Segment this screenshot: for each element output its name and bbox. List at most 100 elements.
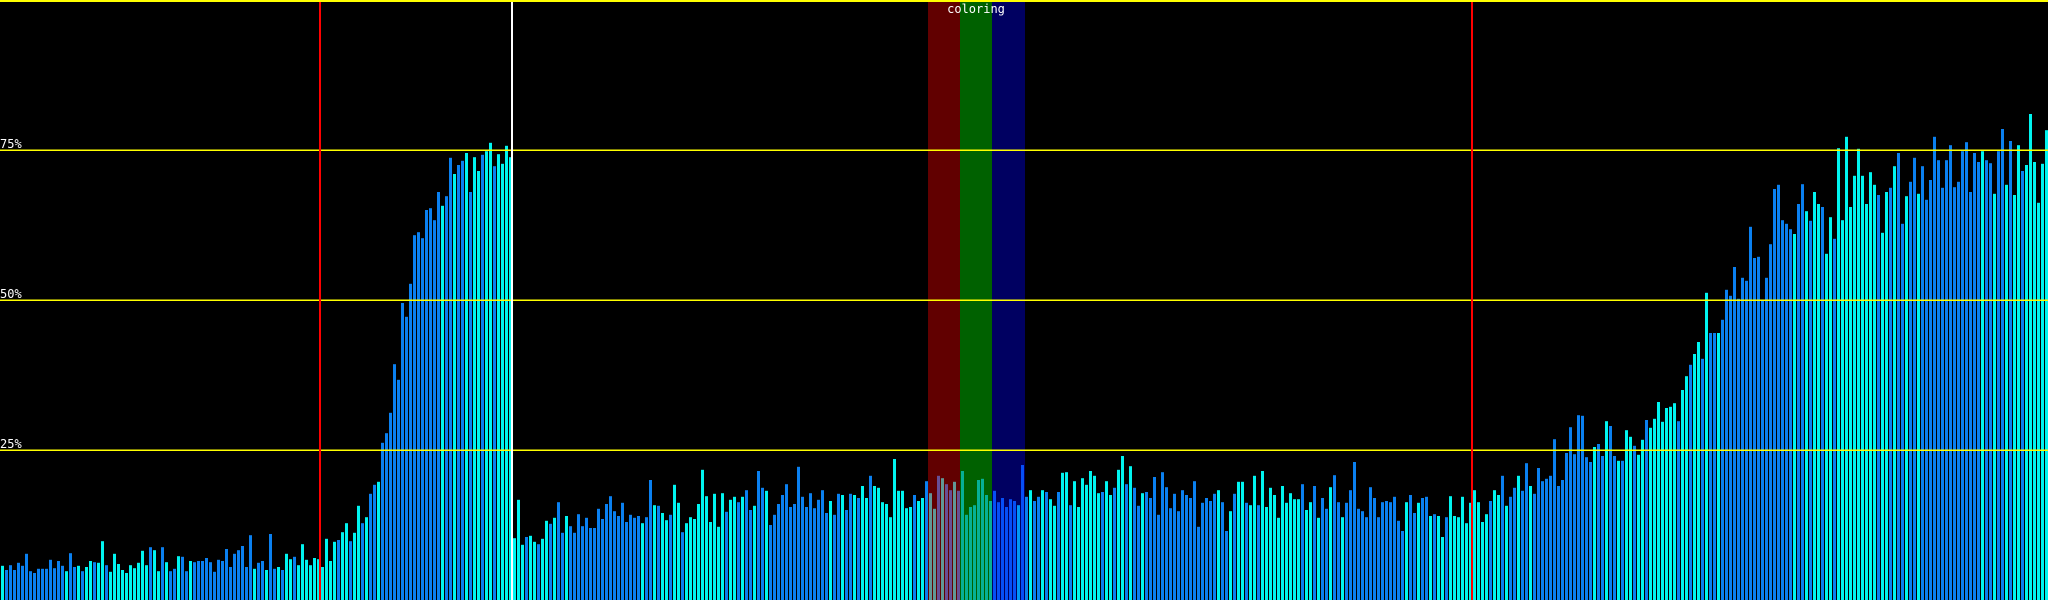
bar [805,507,808,600]
bar [49,559,52,600]
bar [1977,162,1980,600]
bar [857,498,860,600]
bar [385,433,388,600]
bar [1521,490,1524,600]
bar [821,490,824,600]
bar [1709,333,1712,600]
bar [513,538,516,600]
bar [361,523,364,600]
bar [1329,487,1332,600]
bar [1105,481,1108,600]
bar [81,571,84,600]
bar [1281,486,1284,600]
bar [1129,466,1132,600]
bar [517,499,520,600]
bar [1805,211,1808,600]
bar [1617,460,1620,600]
bar [921,498,924,600]
bar [1141,493,1144,600]
bar [1181,490,1184,600]
bar [2017,145,2020,600]
bar [337,540,340,600]
bar [785,484,788,600]
bar [1177,511,1180,600]
bar [1245,502,1248,600]
bar [1837,148,1840,600]
bar [277,567,280,600]
bar [1293,499,1296,600]
bar [149,547,152,600]
bar [1537,468,1540,600]
bar [1465,523,1468,600]
bar [1173,493,1176,600]
bar [1981,151,1984,600]
bar [1041,490,1044,600]
bar [1833,238,1836,600]
bar [425,210,428,600]
bar [553,517,556,600]
bar [1365,517,1368,600]
bar [1,565,4,600]
bar [1149,498,1152,600]
bar [125,573,128,600]
bar [1565,453,1568,600]
bar [1229,511,1232,600]
bar [1789,229,1792,600]
bar [1029,490,1032,600]
bar [233,553,236,600]
bar [1373,498,1376,600]
bar [1645,420,1648,600]
bar [1189,498,1192,600]
bar [597,508,600,600]
bar [153,550,156,600]
bar [1277,517,1280,600]
bar [137,562,140,600]
bar [1813,192,1816,600]
bar [101,541,104,600]
bar [1377,517,1380,600]
bar [589,528,592,600]
bar [401,303,404,600]
bar [109,571,112,600]
bar [877,487,880,600]
bar [493,166,496,600]
bar [733,496,736,600]
bar [1893,166,1896,600]
bar [557,502,560,600]
bar [1409,495,1412,600]
bar [1065,472,1068,600]
bar [97,562,100,600]
bar [241,546,244,600]
bar [901,490,904,600]
bar [645,517,648,600]
bar [801,496,804,600]
bar [1869,172,1872,600]
bar [657,505,660,600]
bar [1545,478,1548,600]
bar [1749,226,1752,600]
bar [565,516,568,600]
bar [2033,162,2036,600]
bar [1677,421,1680,600]
bar [625,522,628,600]
bar [357,505,360,600]
bar [133,568,136,600]
bar [841,495,844,600]
bar [629,514,632,600]
bar [1073,481,1076,600]
bar [1669,406,1672,600]
bar [1233,493,1236,600]
bar [1213,493,1216,600]
bar [1057,492,1060,600]
bar [1121,456,1124,600]
bar [1501,475,1504,600]
bar [1513,487,1516,600]
bar [1317,517,1320,600]
bar [237,550,240,600]
bar [1693,354,1696,600]
bar [541,538,544,600]
bar [77,565,80,600]
bar [1201,502,1204,600]
bar [721,493,724,600]
bar [453,174,456,600]
